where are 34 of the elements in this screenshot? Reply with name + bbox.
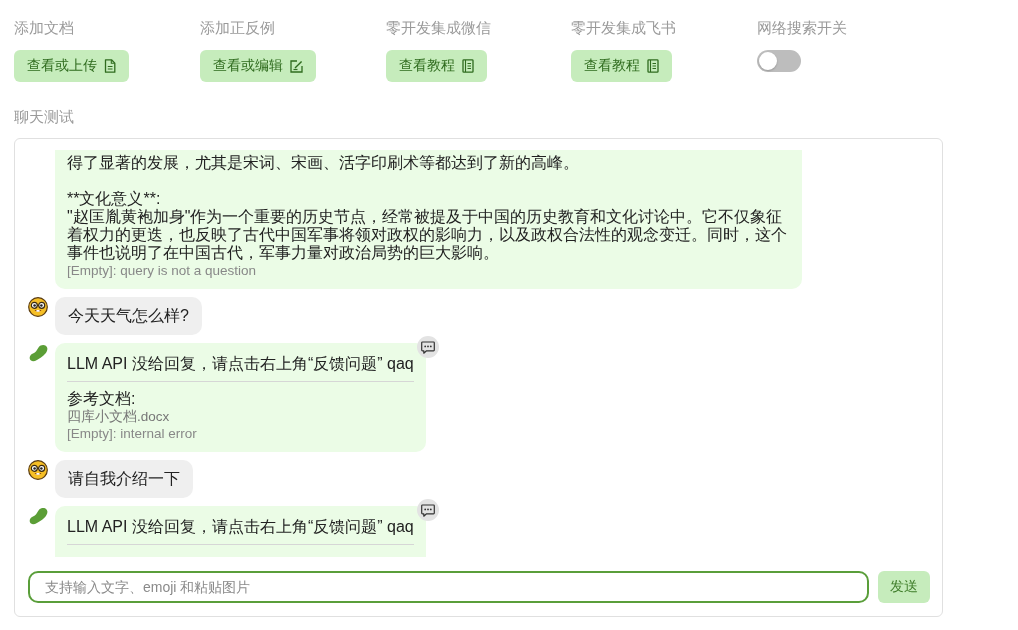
- message-text: LLM API 没给回复，请点击右上角“反馈问题” qaq: [67, 355, 414, 373]
- reference-document: 四库小文档.docx: [67, 408, 171, 425]
- message-text: 请自我介绍一下: [68, 470, 180, 488]
- nerd-face-icon: [28, 297, 48, 317]
- tool-label: 零开发集成微信: [385, 18, 491, 38]
- send-button[interactable]: 发送: [878, 571, 930, 603]
- tool-button[interactable]: 查看教程: [571, 50, 673, 82]
- message-text: 今天天气怎么样?: [68, 307, 189, 325]
- status-text: [Empty]: internal error: [67, 425, 198, 442]
- document-icon: [104, 59, 116, 73]
- speech-bubble-icon: [420, 503, 435, 517]
- nerd-face-icon: [28, 460, 48, 480]
- feedback-button[interactable]: [416, 499, 439, 521]
- tool-button[interactable]: 查看教程: [385, 50, 487, 82]
- notebook-icon: [461, 59, 474, 73]
- tool-button[interactable]: 查看或编辑: [199, 50, 316, 82]
- references-title: 参考文档:: [67, 390, 137, 408]
- message-input[interactable]: 支持输入文字、emoji 和粘贴图片: [28, 571, 869, 603]
- toggle-switch[interactable]: [757, 50, 802, 72]
- tool-button[interactable]: 查看或上传: [14, 50, 129, 82]
- bean-icon: [28, 506, 48, 526]
- speech-bubble-icon: [420, 340, 435, 354]
- notebook-icon: [647, 59, 660, 73]
- feedback-button[interactable]: [416, 336, 439, 358]
- tool-label: 添加文档: [14, 18, 74, 38]
- message-text: 得了显著的发展，尤其是宋词、宋画、活字印刷术等都达到了新的高峰。 **文化意义**: "赵匡胤黄袍加身"作为一个重要的历史节点，经常被提及于中国的历史教育和文化讨论中。它不仅象征着权力的更迭，也反映了古代中国军事将领对政权的影响力，以及政权合法性的观念变迁。同时，这个事件也说明了在中国古代，军事力量对政治局势的巨大影响。: [67, 154, 788, 262]
- status-text: [Empty]: query is not a question: [67, 262, 258, 279]
- tool-label: 网络搜索开关: [757, 18, 848, 38]
- edit-icon: [289, 59, 303, 73]
- bean-icon: [28, 343, 48, 363]
- tool-label: 添加正反例: [199, 18, 275, 38]
- section-title: 聊天测试: [14, 107, 74, 127]
- tool-label: 零开发集成飞书: [571, 18, 677, 38]
- message-text: LLM API 没给回复，请点击右上角“反馈问题” qaq: [67, 518, 414, 536]
